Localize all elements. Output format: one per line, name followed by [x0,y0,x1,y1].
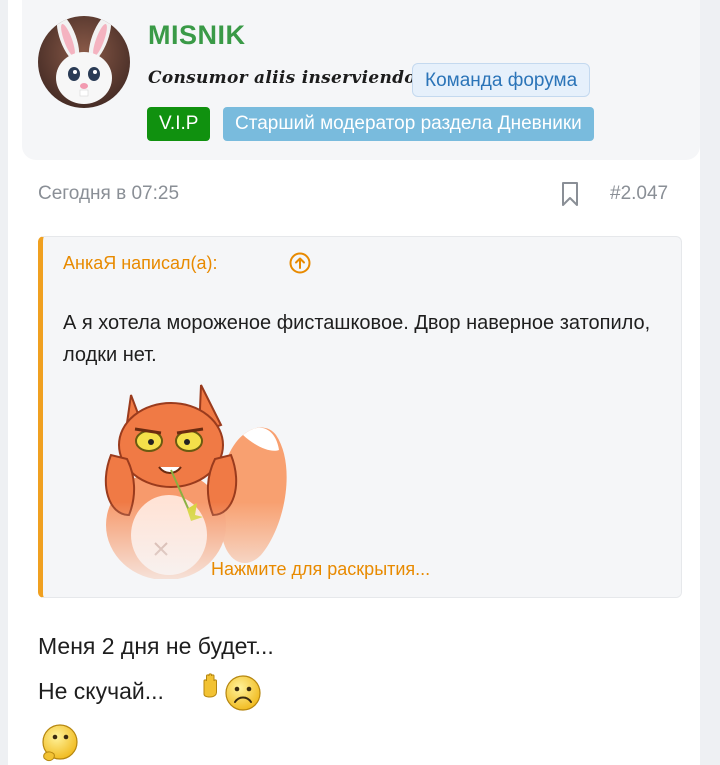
bunny-avatar-image [38,16,130,108]
wave-hand-emoji [203,673,217,698]
message-line-2: Не скучай... [38,678,164,704]
post-date[interactable]: Сегодня в 07:25 [38,183,179,205]
vip-badge: V.I.P [147,107,211,141]
bookmark-icon[interactable] [560,181,580,207]
arrow-up-circle-icon[interactable] [288,251,312,275]
post-number[interactable]: #2.047 [610,183,668,205]
frown-emoji [225,675,261,711]
message-line-1: Меня 2 дня не будет... [38,633,274,659]
user-title: Consumor aliis inserviendo [148,68,416,88]
user-avatar[interactable] [38,16,130,108]
thinking-emoji [42,724,78,761]
quote-author[interactable]: АнкаЯ написал(а): [63,253,218,274]
right-edge [700,0,720,765]
forum-post-page: MISNIK Consumor aliis inserviendo Команд… [0,0,720,765]
team-badge: Команда форума [412,63,591,97]
quote-block: АнкаЯ написал(а): А я хотела мороженое ф… [38,236,682,598]
username[interactable]: MISNIK [148,20,246,51]
moderator-badge: Старший модератор раздела Дневники [223,107,594,141]
quote-text: А я хотела мороженое фисташковое. Двор н… [63,312,651,366]
expand-quote-link[interactable]: Нажмите для раскрытия... [211,559,430,580]
left-edge [0,0,8,765]
quote-fade [43,502,681,597]
